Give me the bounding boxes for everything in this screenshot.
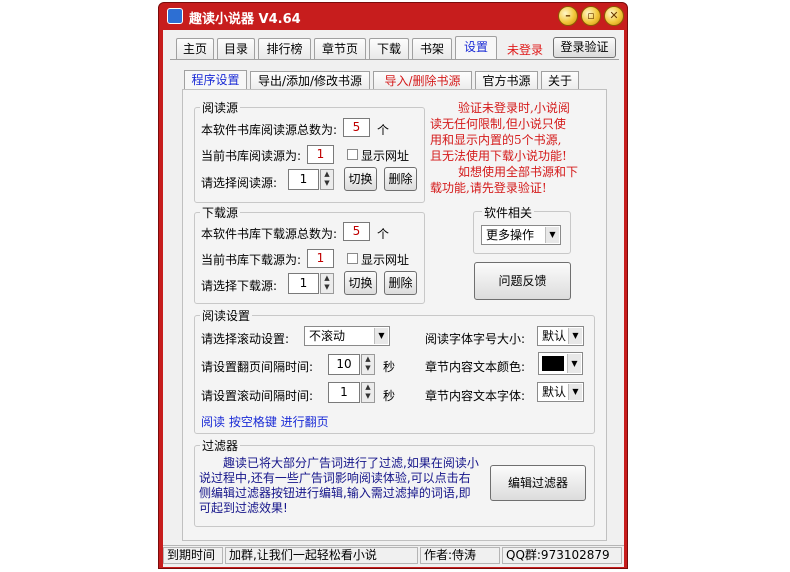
read-source-spinner[interactable]: ▲ ▼ (320, 169, 334, 190)
download-source-select-input[interactable]: 1 (288, 273, 319, 294)
notice-line: 读无任何限制,但小说只使 (430, 117, 566, 131)
read-source-total-label: 本软件书库阅读源总数为: (201, 123, 338, 137)
subtab-import-delete-source[interactable]: 导入/删除书源 (373, 71, 472, 91)
reading-settings-title: 阅读设置 (200, 307, 253, 324)
download-source-total-label: 本软件书库下载源总数为: (201, 227, 338, 241)
minimize-icon[interactable]: – (558, 6, 578, 26)
tab-home[interactable]: 主页 (176, 38, 214, 60)
chevron-down-icon: ▼ (568, 328, 582, 344)
scroll-interval-input[interactable]: 1 (328, 382, 360, 403)
notice-line: 验证未登录时,小说阅 (458, 101, 570, 115)
login-verify-button[interactable]: 登录验证 (553, 37, 616, 58)
login-status: 未登录 (507, 43, 544, 57)
maximize-icon[interactable]: ▫ (581, 6, 601, 26)
filter-description: 趣读已将大部分广告词进行了过滤,如果在阅读小说过程中,还有一些广告词影响阅读体验… (199, 456, 479, 515)
chevron-down-icon: ▼ (567, 354, 581, 373)
font-size-value: 默认 (542, 329, 567, 343)
scroll-setting-dropdown[interactable]: 不滚动 ▼ (304, 326, 390, 346)
text-font-value: 默认 (542, 385, 567, 399)
page-interval-input[interactable]: 10 (328, 354, 360, 375)
tab-bookshelf[interactable]: 书架 (412, 38, 452, 60)
tab-chapter[interactable]: 章节页 (314, 38, 366, 60)
page-interval-label: 请设置翻页间隔时间: (201, 360, 314, 374)
status-qq: QQ群:973102879 (502, 547, 622, 564)
status-expiry: 到期时间 (163, 547, 223, 564)
read-source-current-value: 1 (307, 145, 334, 164)
read-delete-button[interactable]: 删除 (384, 167, 417, 191)
download-switch-button[interactable]: 切换 (344, 271, 377, 295)
read-source-select-input[interactable]: 1 (288, 169, 319, 190)
download-source-total-value: 5 (343, 222, 370, 241)
window-title: 趣读小说器 V4.64 (189, 12, 301, 27)
download-source-spinner[interactable]: ▲ ▼ (320, 273, 334, 294)
read-source-total-value: 5 (343, 118, 370, 137)
scroll-interval-spinner[interactable]: ▲ ▼ (361, 382, 375, 403)
font-size-label: 阅读字体字号大小: (425, 332, 526, 346)
chevron-down-icon: ▼ (374, 328, 388, 344)
software-title: 软件相关 (482, 204, 535, 221)
subtab-official-source[interactable]: 官方书源 (475, 71, 538, 91)
font-size-dropdown[interactable]: 默认 ▼ (537, 326, 584, 346)
read-source-total-unit: 个 (377, 123, 390, 137)
read-show-url-checkbox[interactable] (347, 149, 358, 160)
download-show-url-checkbox[interactable] (347, 253, 358, 264)
download-source-total-unit: 个 (377, 227, 390, 241)
close-icon[interactable]: ✕ (604, 6, 624, 26)
more-ops-dropdown[interactable]: 更多操作 ▼ (481, 225, 561, 245)
chevron-down-icon: ▼ (568, 384, 582, 400)
read-source-title: 阅读源 (200, 99, 241, 116)
notice-line: 用和显示内置的5个书源, (430, 133, 562, 147)
chevron-down-icon: ▼ (545, 227, 559, 243)
download-delete-button[interactable]: 删除 (384, 271, 417, 295)
text-font-label: 章节内容文本字体: (425, 389, 526, 403)
page-interval-spinner[interactable]: ▲ ▼ (361, 354, 375, 375)
color-swatch (542, 356, 564, 371)
app-icon (167, 8, 183, 24)
subtab-program-settings[interactable]: 程序设置 (184, 70, 247, 91)
notice-line: 载功能,请先登录验证! (430, 181, 547, 195)
download-source-title: 下载源 (200, 204, 241, 221)
subtab-export-add-edit-source[interactable]: 导出/添加/修改书源 (250, 71, 370, 91)
subtab-about[interactable]: 关于 (541, 71, 579, 91)
filter-title: 过滤器 (200, 437, 241, 454)
notice-line: 且无法使用下载小说功能! (430, 149, 567, 163)
page-interval-unit: 秒 (383, 360, 396, 374)
text-color-picker[interactable]: ▼ (538, 352, 583, 375)
tab-ranking[interactable]: 排行榜 (258, 38, 311, 60)
text-color-label: 章节内容文本颜色: (425, 360, 526, 374)
tab-catalog[interactable]: 目录 (217, 38, 255, 60)
read-show-url-label[interactable]: 显示网址 (361, 147, 409, 164)
read-source-current-label: 当前书库阅读源为: (201, 149, 302, 163)
download-source-current-value: 1 (307, 249, 334, 268)
scroll-interval-unit: 秒 (383, 389, 396, 403)
login-notice: 验证未登录时,小说阅 读无任何限制,但小说只使 用和显示内置的5个书源, 且无法… (430, 100, 605, 196)
status-message: 加群,让我们一起轻松看小说 (225, 547, 418, 564)
scroll-setting-label: 请选择滚动设置: (201, 332, 290, 346)
read-switch-button[interactable]: 切换 (344, 167, 377, 191)
more-ops-value: 更多操作 (486, 228, 535, 242)
download-source-select-label: 请选择下载源: (201, 279, 278, 293)
download-show-url-label[interactable]: 显示网址 (361, 251, 409, 268)
edit-filter-button[interactable]: 编辑过滤器 (490, 465, 586, 501)
feedback-button[interactable]: 问题反馈 (474, 262, 571, 300)
scroll-interval-label: 请设置滚动间隔时间: (201, 389, 314, 403)
tab-divider (170, 59, 619, 60)
tab-settings[interactable]: 设置 (455, 36, 497, 60)
notice-line: 如想使用全部书源和下 (458, 165, 579, 179)
read-source-select-label: 请选择阅读源: (201, 176, 278, 190)
tab-download[interactable]: 下载 (369, 38, 409, 60)
text-font-dropdown[interactable]: 默认 ▼ (537, 382, 584, 402)
scroll-setting-value: 不滚动 (309, 329, 346, 343)
status-author: 作者:侍涛 (420, 547, 500, 564)
page-turn-hint: 阅读 按空格键 进行翻页 (201, 415, 329, 429)
download-source-current-label: 当前书库下载源为: (201, 253, 302, 267)
